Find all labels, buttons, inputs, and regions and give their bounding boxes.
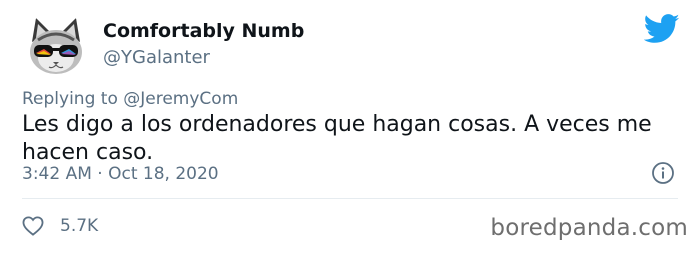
reply-prefix: Replying to bbox=[22, 89, 118, 109]
avatar[interactable] bbox=[22, 12, 90, 80]
watermark: boredpanda.com bbox=[490, 215, 688, 241]
reply-context: Replying to @JeremyCom bbox=[22, 89, 238, 109]
tweet-text: Les digo a los ordenadores que hagan cos… bbox=[22, 112, 652, 165]
author-handle[interactable]: @YGalanter bbox=[103, 47, 210, 68]
like-count: 5.7K bbox=[60, 216, 99, 236]
reply-mention-link[interactable]: @JeremyCom bbox=[123, 89, 238, 109]
twitter-bird-icon[interactable] bbox=[643, 14, 680, 44]
info-icon[interactable] bbox=[651, 161, 675, 185]
heart-icon[interactable] bbox=[22, 216, 44, 236]
author-display-name[interactable]: Comfortably Numb bbox=[103, 20, 304, 42]
tweet-timestamp[interactable]: 3:42 AM · Oct 18, 2020 bbox=[22, 164, 219, 184]
divider bbox=[22, 198, 678, 199]
